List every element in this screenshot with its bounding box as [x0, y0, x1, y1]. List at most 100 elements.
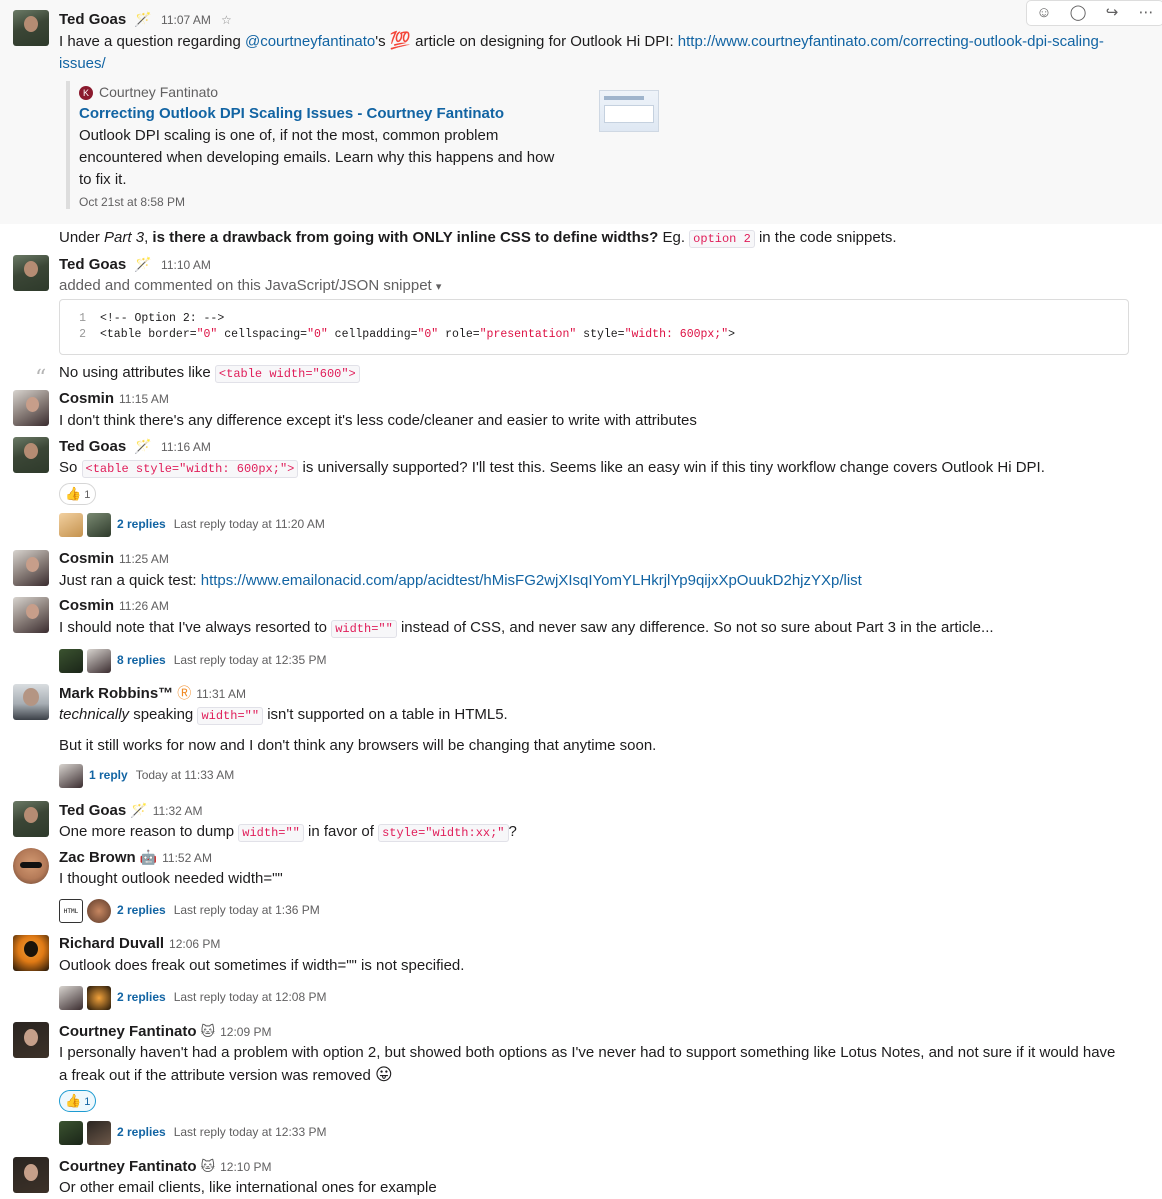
- thread-summary[interactable]: 8 replies Last reply today at 12:35 PM: [59, 648, 1122, 673]
- test-result-link[interactable]: https://www.emailonacid.com/app/acidtest…: [201, 572, 862, 589]
- avatar: HTML: [59, 898, 83, 923]
- avatar: [87, 898, 111, 923]
- message-ted-1107[interactable]: Ted Goas 🪄 11:07 AM ☆ I have a question …: [0, 0, 1162, 224]
- avatar: [59, 1120, 83, 1145]
- thumbs-up-reaction[interactable]: 👍 1: [59, 483, 97, 505]
- star-icon[interactable]: ☆: [221, 13, 232, 27]
- message-actions-toolbar: ☺ ◯ ↪ ⋯: [1026, 0, 1162, 26]
- sender-name[interactable]: Ted Goas: [59, 11, 126, 28]
- snippet-line: 2 <table border="0" cellspacing="0" cellp…: [79, 328, 736, 341]
- timestamp[interactable]: 11:52 AM: [162, 851, 212, 865]
- message-continuation: Under Part 3, is there a drawback from g…: [59, 229, 897, 248]
- snippet-menu-chevron-down-icon[interactable]: ▾: [436, 281, 442, 293]
- thread-summary[interactable]: HTML 2 replies Last reply today at 1:36 PM: [59, 898, 1122, 923]
- avatar: [87, 512, 111, 537]
- link-attachment: K Courtney Fantinato Correcting Outlook D…: [66, 81, 639, 209]
- wand-status-icon: 🪄: [134, 256, 152, 272]
- comment-quote-icon: “: [35, 366, 47, 391]
- timestamp[interactable]: 12:10 PM: [220, 1160, 271, 1174]
- timestamp[interactable]: 11:25 AM: [119, 552, 169, 566]
- sender-name[interactable]: Zac Brown: [59, 849, 136, 866]
- avatar[interactable]: [13, 801, 49, 837]
- snippet-comment: No using attributes like <table width="6…: [59, 362, 1122, 385]
- message-text: So <table style="width: 600px;"> is univ…: [59, 459, 1045, 478]
- inline-code: width="": [238, 824, 304, 842]
- reply-count-link[interactable]: 1 reply: [89, 768, 128, 782]
- reply-count-link[interactable]: 8 replies: [117, 653, 166, 667]
- timestamp[interactable]: 11:15 AM: [119, 392, 169, 406]
- avatar: [87, 648, 111, 673]
- attachment-thumbnail[interactable]: [599, 90, 659, 132]
- message-text: Outlook does freak out sometimes if widt…: [59, 957, 465, 974]
- snippet-action-text: added and commented on this JavaScript/J…: [59, 277, 432, 294]
- timestamp[interactable]: 11:31 AM: [196, 687, 246, 701]
- avatar[interactable]: [13, 848, 49, 884]
- tongue-emoji-icon: 😛: [375, 1065, 393, 1084]
- avatar[interactable]: [13, 935, 49, 971]
- avatar[interactable]: [13, 255, 49, 291]
- reply-count-link[interactable]: 2 replies: [117, 1125, 166, 1139]
- sender-name[interactable]: Ted Goas: [59, 256, 126, 273]
- timestamp[interactable]: 11:10 AM: [161, 258, 211, 272]
- sender-name[interactable]: Mark Robbins™: [59, 685, 173, 702]
- attachment-description: Outlook DPI scaling is one of, if not th…: [79, 127, 555, 188]
- wand-status-icon: 🪄: [130, 802, 148, 818]
- last-reply-time: Last reply today at 12:08 PM: [173, 990, 327, 1004]
- avatar[interactable]: [13, 597, 49, 633]
- reply-count-link[interactable]: 2 replies: [117, 903, 166, 917]
- more-actions-icon[interactable]: ⋯: [1129, 1, 1162, 25]
- avatar: [59, 512, 83, 537]
- sender-name[interactable]: Cosmin: [59, 550, 114, 567]
- message-text: But it still works for now and I don't t…: [59, 737, 657, 754]
- sender-name[interactable]: Courtney Fantinato: [59, 1158, 197, 1175]
- timestamp[interactable]: 11:26 AM: [119, 599, 169, 613]
- timestamp[interactable]: 12:09 PM: [220, 1025, 271, 1039]
- sender-name[interactable]: Ted Goas: [59, 802, 126, 819]
- reply-count-link[interactable]: 2 replies: [117, 517, 166, 531]
- start-thread-icon[interactable]: ◯: [1061, 1, 1095, 25]
- user-mention[interactable]: @courtneyfantinato: [245, 33, 375, 50]
- thread-summary[interactable]: 2 replies Last reply today at 12:33 PM: [59, 1120, 1122, 1145]
- sender-name[interactable]: Richard Duvall: [59, 935, 164, 952]
- add-reaction-icon[interactable]: ☺: [1027, 1, 1061, 25]
- message-text: technically speaking width="" isn't supp…: [59, 706, 508, 725]
- timestamp[interactable]: 12:06 PM: [169, 937, 220, 951]
- timestamp[interactable]: 11:16 AM: [161, 440, 211, 454]
- sender-name[interactable]: Cosmin: [59, 597, 114, 614]
- timestamp[interactable]: 11:07 AM: [161, 13, 211, 27]
- avatar[interactable]: [13, 550, 49, 586]
- reply-count-link[interactable]: 2 replies: [117, 990, 166, 1004]
- cat-status-icon: 🐱: [200, 1158, 216, 1174]
- snippet-line: 1 <!-- Option 2: -->: [79, 312, 225, 325]
- thread-summary[interactable]: 1 reply Today at 11:33 AM: [59, 763, 1122, 788]
- message-text: Or other email clients, like internation…: [59, 1179, 437, 1196]
- message-text: I personally haven't had a problem with …: [59, 1044, 1116, 1084]
- avatar[interactable]: [13, 437, 49, 473]
- timestamp[interactable]: 11:32 AM: [153, 804, 203, 818]
- thumbs-up-reaction[interactable]: 👍 1: [59, 1090, 97, 1112]
- sender-name[interactable]: Courtney Fantinato: [59, 1023, 197, 1040]
- last-reply-time: Last reply today at 12:33 PM: [173, 1125, 327, 1139]
- inline-code: style="width:xx;": [378, 824, 509, 842]
- attachment-title-link[interactable]: Correcting Outlook DPI Scaling Issues - …: [79, 103, 639, 125]
- inline-code: width="": [197, 707, 264, 725]
- avatar[interactable]: [13, 390, 49, 426]
- thread-summary[interactable]: 2 replies Last reply today at 12:08 PM: [59, 985, 1122, 1010]
- avatar[interactable]: [13, 1022, 49, 1058]
- avatar: [59, 648, 83, 673]
- wand-status-icon: 🪄: [134, 438, 152, 454]
- code-snippet[interactable]: 1 <!-- Option 2: --> 2 <table border="0" c…: [59, 299, 1129, 355]
- message-text: Just ran a quick test: https://www.email…: [59, 572, 862, 589]
- sender-name[interactable]: Cosmin: [59, 390, 114, 407]
- avatar[interactable]: [13, 10, 49, 46]
- avatar[interactable]: [13, 1157, 49, 1193]
- last-reply-time: Today at 11:33 AM: [135, 768, 235, 782]
- inline-code: width="": [331, 620, 397, 638]
- avatar: [59, 985, 83, 1010]
- sender-name[interactable]: Ted Goas: [59, 438, 126, 455]
- share-icon[interactable]: ↪: [1095, 1, 1129, 25]
- site-favicon-icon: K: [79, 86, 93, 101]
- thread-summary[interactable]: 2 replies Last reply today at 11:20 AM: [59, 512, 1122, 537]
- avatar[interactable]: [13, 684, 49, 720]
- inline-code: <table style="width: 600px;">: [81, 460, 299, 478]
